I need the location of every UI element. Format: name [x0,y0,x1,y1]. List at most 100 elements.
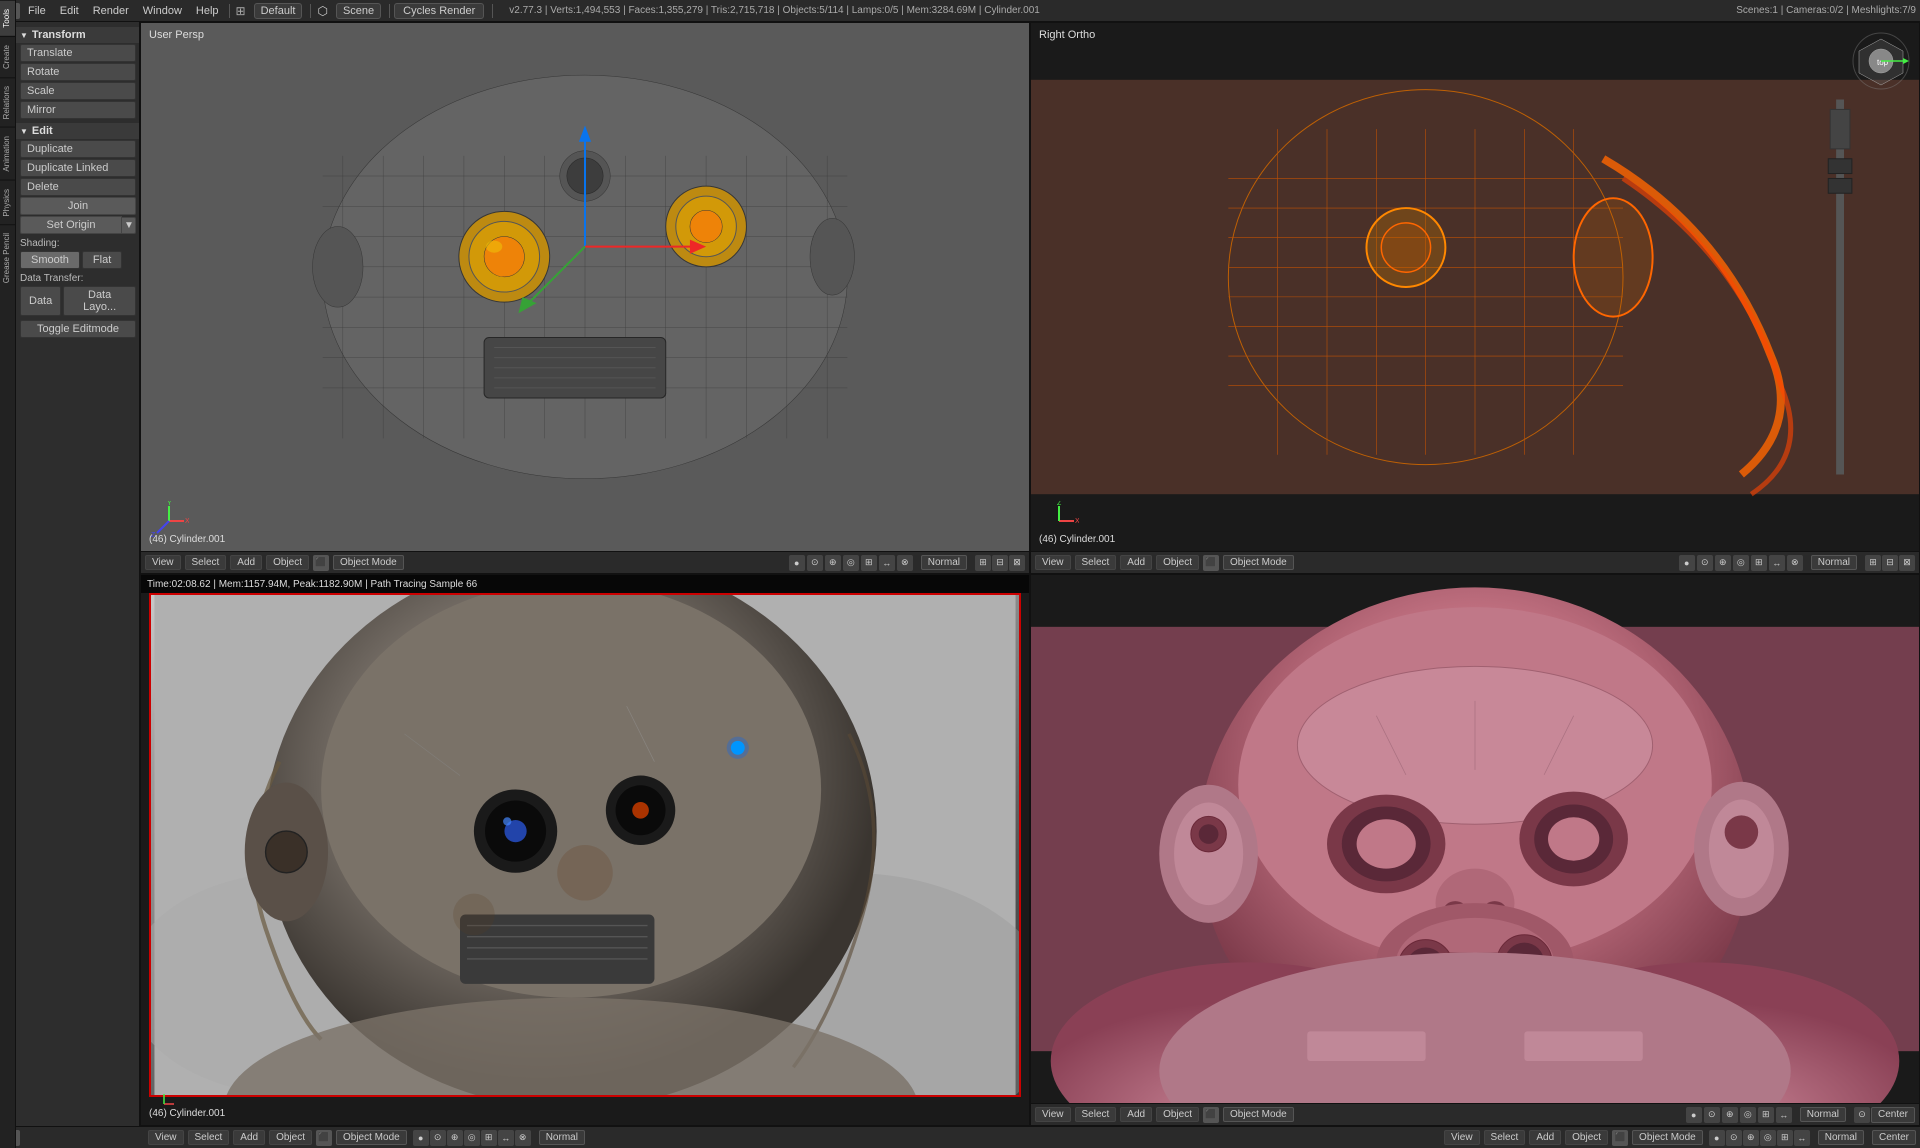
bottom-mode-icon[interactable]: ⬛ [316,1130,332,1146]
toggle-editmode-button[interactable]: Toggle Editmode [20,320,136,338]
bottom-icon-7[interactable]: ⊗ [515,1130,531,1146]
bottom-right-normal[interactable]: Normal [1818,1130,1864,1145]
section-transform[interactable]: ▼ Transform [16,27,140,43]
vp-tl-icon-7[interactable]: ⊗ [897,555,913,571]
bottom-icon-2[interactable]: ⊙ [430,1130,446,1146]
bottom-icon-3[interactable]: ⊕ [447,1130,463,1146]
vp-tr-icon-7[interactable]: ⊗ [1787,555,1803,571]
section-edit[interactable]: ▼ Edit [16,123,140,139]
sidebar-tab-relations[interactable]: Relations [0,77,15,127]
viewport-top-left[interactable]: User Persp (46) Cylinder.001 X Y Z View … [140,22,1030,574]
translate-button[interactable]: Translate [20,44,136,62]
bottom-icon-1[interactable]: ● [413,1130,429,1146]
bottom-right-icon-6[interactable]: ↔ [1794,1130,1810,1146]
bottom-right-icon-1[interactable]: ● [1709,1130,1725,1146]
flat-button[interactable]: Flat [82,251,122,269]
bottom-icon-4[interactable]: ◎ [464,1130,480,1146]
vp-tl-icon-4[interactable]: ◎ [843,555,859,571]
vp-tl-view[interactable]: View [145,555,181,570]
vp-tl-icon-1[interactable]: ● [789,555,805,571]
mirror-button[interactable]: Mirror [20,101,136,119]
vp-tr-select[interactable]: Select [1075,555,1117,570]
vp-tl-icon-6[interactable]: ↔ [879,555,895,571]
render-engine-selector[interactable]: Cycles Render [394,3,484,19]
vp-tr-icon-3[interactable]: ⊕ [1715,555,1731,571]
viewport-top-right[interactable]: Right Ortho (46) Cylinder.001 top X Z [1030,22,1920,574]
bottom-icon-5[interactable]: ⊞ [481,1130,497,1146]
vp-br-icon-6[interactable]: ↔ [1776,1107,1792,1123]
vp-tr-object[interactable]: Object [1156,555,1199,570]
layout-selector[interactable]: Default [254,3,303,19]
bottom-normal[interactable]: Normal [539,1130,585,1145]
vp-tl-mode[interactable]: Object Mode [333,555,404,570]
vp-br-object[interactable]: Object [1156,1107,1199,1122]
vp-br-icon-5[interactable]: ⊞ [1758,1107,1774,1123]
bottom-right-center[interactable]: Center [1872,1130,1916,1145]
vp-br-select[interactable]: Select [1075,1107,1117,1122]
bottom-right-mode-icon[interactable]: ⬛ [1612,1130,1628,1146]
vp-tr-icon-1[interactable]: ● [1679,555,1695,571]
vp-tl-mode-icon[interactable]: ⬛ [313,555,329,571]
set-origin-dropdown[interactable]: ▼ [122,217,136,234]
vp-tl-icon-3[interactable]: ⊕ [825,555,841,571]
vp-tr-normal[interactable]: Normal [1811,555,1857,570]
vp-tr-add[interactable]: Add [1120,555,1152,570]
vp-tr-mode[interactable]: Object Mode [1223,555,1294,570]
menu-file[interactable]: File [22,3,52,19]
menu-window[interactable]: Window [137,3,188,19]
bottom-right-icon-3[interactable]: ⊕ [1743,1130,1759,1146]
vp-tr-grid-1[interactable]: ⊞ [1865,555,1881,571]
vp-tl-select[interactable]: Select [185,555,227,570]
duplicate-linked-button[interactable]: Duplicate Linked [20,159,136,177]
rotate-button[interactable]: Rotate [20,63,136,81]
scale-button[interactable]: Scale [20,82,136,100]
bottom-right-select[interactable]: Select [1484,1130,1526,1145]
sidebar-tab-tools[interactable]: Tools [0,22,15,36]
sidebar-tab-physics[interactable]: Physics [0,180,15,225]
bottom-select-btn[interactable]: Select [188,1130,230,1145]
vp-br-mode-icon[interactable]: ⬛ [1203,1107,1219,1123]
vp-br-normal[interactable]: Normal [1800,1107,1846,1122]
sidebar-tab-create[interactable]: Create [0,36,15,77]
bottom-right-icon-4[interactable]: ◎ [1760,1130,1776,1146]
vp-tr-icon-2[interactable]: ⊙ [1697,555,1713,571]
vp-br-center[interactable]: ⊙ [1854,1107,1870,1123]
bottom-right-add[interactable]: Add [1529,1130,1561,1145]
scene-selector[interactable]: Scene [336,3,381,19]
bottom-right-view[interactable]: View [1444,1130,1480,1145]
vp-tr-mode-icon[interactable]: ⬛ [1203,555,1219,571]
vp-tl-icon-2[interactable]: ⊙ [807,555,823,571]
data-layout-button[interactable]: Data Layo... [63,286,136,316]
bottom-mode[interactable]: Object Mode [336,1130,407,1145]
bottom-right-object[interactable]: Object [1565,1130,1608,1145]
vp-tr-icon-6[interactable]: ↔ [1769,555,1785,571]
vp-br-icon-4[interactable]: ◎ [1740,1107,1756,1123]
set-origin-button[interactable]: Set Origin [20,216,122,234]
sidebar-tab-grease-pencil[interactable]: Grease Pencil [0,224,15,291]
bottom-icon-6[interactable]: ↔ [498,1130,514,1146]
menu-render[interactable]: Render [87,3,135,19]
viewport-bottom-left[interactable]: Time:02:08.62 | Mem:1157.94M, Peak:1182.… [140,574,1030,1126]
vp-tr-grid-3[interactable]: ⊠ [1899,555,1915,571]
bottom-right-mode[interactable]: Object Mode [1632,1130,1703,1145]
bottom-view-btn[interactable]: View [148,1130,184,1145]
menu-edit[interactable]: Edit [54,3,85,19]
viewport-bottom-right[interactable]: View Select Add Object ⬛ Object Mode ● ⊙… [1030,574,1920,1126]
bottom-object-btn[interactable]: Object [269,1130,312,1145]
vp-tl-grid-2[interactable]: ⊟ [992,555,1008,571]
vp-tr-icon-5[interactable]: ⊞ [1751,555,1767,571]
vp-br-icon-3[interactable]: ⊕ [1722,1107,1738,1123]
vp-tl-grid-1[interactable]: ⊞ [975,555,991,571]
vp-tl-icon-5[interactable]: ⊞ [861,555,877,571]
vp-br-mode[interactable]: Object Mode [1223,1107,1294,1122]
vp-br-icon-2[interactable]: ⊙ [1704,1107,1720,1123]
smooth-button[interactable]: Smooth [20,251,80,269]
vp-br-add[interactable]: Add [1120,1107,1152,1122]
bottom-add-btn[interactable]: Add [233,1130,265,1145]
bottom-right-icon-5[interactable]: ⊞ [1777,1130,1793,1146]
vp-tl-normal[interactable]: Normal [921,555,967,570]
vp-tl-object[interactable]: Object [266,555,309,570]
vp-tr-grid-2[interactable]: ⊟ [1882,555,1898,571]
vp-tl-add[interactable]: Add [230,555,262,570]
nav-cube[interactable]: top [1851,31,1911,91]
